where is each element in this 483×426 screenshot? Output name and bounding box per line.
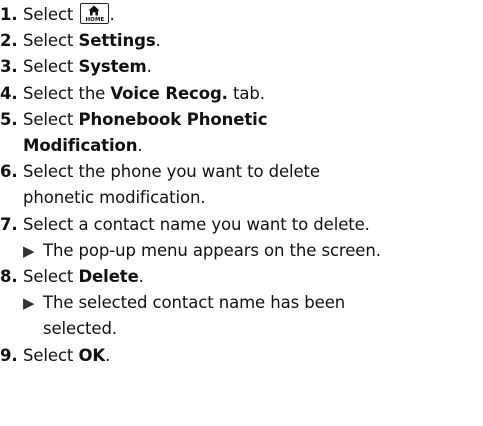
- step-number: 7.: [0, 214, 18, 234]
- result-arrow-icon: ▶: [23, 294, 35, 313]
- step-4: 4. Select the Voice Recog. tab.: [0, 81, 483, 107]
- step-7: 7. Select a contact name you want to del…: [0, 212, 483, 264]
- step-number: 1.: [0, 5, 18, 24]
- step-9: 9. Select OK.: [0, 343, 483, 369]
- menu-item-system: System: [78, 57, 147, 77]
- menu-item-settings: Settings: [78, 31, 156, 51]
- home-icon: HOME: [80, 3, 110, 24]
- step-number: 9.: [0, 345, 18, 365]
- step-text-suffix: .: [137, 136, 143, 156]
- result-text-line2: selected.: [43, 319, 117, 339]
- step-number: 8.: [0, 267, 18, 287]
- step-text-line2: phonetic modification.: [23, 188, 206, 208]
- step-8: 8. Select Delete. ▶ The selected contact …: [0, 264, 483, 343]
- step-1: 1. Select HOME.: [0, 2, 483, 28]
- step-5: 5. Select Phonebook Phonetic Modification…: [0, 107, 483, 159]
- step-result: ▶ The pop-up menu appears on the screen.: [23, 238, 483, 264]
- step-text: Select: [23, 31, 79, 51]
- menu-item-delete: Delete: [78, 267, 139, 287]
- step-text-suffix: .: [138, 267, 144, 287]
- instruction-steps: 1. Select HOME. 2. Select Settings. 3. S…: [0, 0, 483, 426]
- result-text: The pop-up menu appears on the screen.: [43, 240, 381, 260]
- menu-item-modification: Modification: [23, 136, 138, 156]
- step-text-suffix: .: [105, 345, 111, 365]
- home-icon-label: HOME: [85, 17, 105, 23]
- step-text-line1: Select the phone you want to delete: [23, 162, 320, 182]
- step-text: Select: [23, 267, 79, 287]
- step-number: 2.: [0, 31, 18, 51]
- step-text: Select the: [23, 83, 111, 103]
- tab-voice-recog: Voice Recog.: [110, 83, 228, 103]
- step-text-suffix: .: [146, 57, 152, 77]
- step-2: 2. Select Settings.: [0, 28, 483, 54]
- step-number: 4.: [0, 83, 18, 103]
- step-number: 3.: [0, 57, 18, 77]
- step-text-suffix: .: [155, 31, 161, 51]
- button-ok: OK: [78, 345, 106, 365]
- result-text-line1: The selected contact name has been: [43, 293, 346, 313]
- step-text-suffix: tab.: [227, 83, 265, 103]
- step-6: 6. Select the phone you want to delete ph…: [0, 159, 483, 211]
- step-text: Select a contact name you want to delete…: [23, 214, 370, 234]
- result-arrow-icon: ▶: [23, 241, 35, 260]
- step-text: Select: [23, 345, 79, 365]
- step-3: 3. Select System.: [0, 54, 483, 80]
- menu-item-phonebook-phonetic: Phonebook Phonetic: [78, 109, 268, 129]
- step-number: 6.: [0, 162, 18, 182]
- step-result: ▶ The selected contact name has been selec…: [23, 290, 483, 342]
- step-text-suffix: .: [109, 5, 115, 24]
- step-text: Select: [23, 5, 79, 24]
- step-text: Select: [23, 57, 79, 77]
- step-text: Select: [23, 109, 79, 129]
- step-number: 5.: [0, 109, 18, 129]
